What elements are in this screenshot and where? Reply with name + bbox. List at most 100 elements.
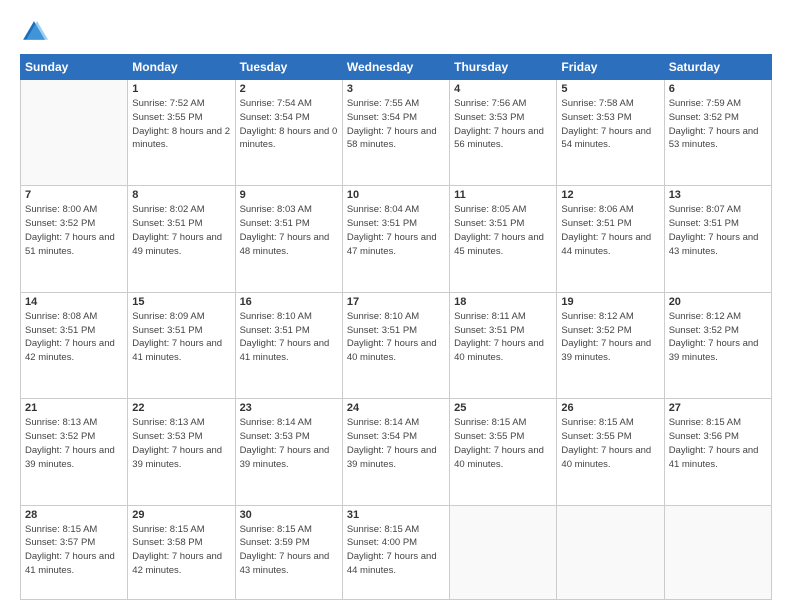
day-number: 1 [132,83,230,95]
day-info: Sunrise: 8:12 AM Sunset: 3:52 PM Dayligh… [669,310,767,365]
day-info: Sunrise: 8:15 AM Sunset: 3:59 PM Dayligh… [240,523,338,578]
day-info: Sunrise: 8:13 AM Sunset: 3:52 PM Dayligh… [25,416,123,471]
sunset-text: Sunset: 3:54 PM [240,112,310,123]
sunrise-text: Sunrise: 8:06 AM [561,204,633,215]
logo [20,18,52,46]
day-info: Sunrise: 8:05 AM Sunset: 3:51 PM Dayligh… [454,203,552,258]
week-row-0: 1 Sunrise: 7:52 AM Sunset: 3:55 PM Dayli… [21,80,772,186]
sunrise-text: Sunrise: 8:13 AM [25,417,97,428]
sunset-text: Sunset: 3:59 PM [240,537,310,548]
daylight-text: Daylight: 7 hours and 47 minutes. [347,232,437,257]
daylight-text: Daylight: 7 hours and 39 minutes. [240,445,330,470]
calendar-cell: 22 Sunrise: 8:13 AM Sunset: 3:53 PM Dayl… [128,399,235,505]
day-number: 25 [454,402,552,414]
day-info: Sunrise: 8:15 AM Sunset: 3:57 PM Dayligh… [25,523,123,578]
sunset-text: Sunset: 3:52 PM [561,325,631,336]
day-info: Sunrise: 8:08 AM Sunset: 3:51 PM Dayligh… [25,310,123,365]
day-number: 17 [347,296,445,308]
daylight-text: Daylight: 7 hours and 45 minutes. [454,232,544,257]
daylight-text: Daylight: 7 hours and 41 minutes. [669,445,759,470]
day-info: Sunrise: 8:09 AM Sunset: 3:51 PM Dayligh… [132,310,230,365]
day-number: 9 [240,189,338,201]
sunset-text: Sunset: 3:51 PM [25,325,95,336]
calendar-cell: 29 Sunrise: 8:15 AM Sunset: 3:58 PM Dayl… [128,505,235,599]
day-number: 21 [25,402,123,414]
calendar-cell: 31 Sunrise: 8:15 AM Sunset: 4:00 PM Dayl… [342,505,449,599]
day-number: 19 [561,296,659,308]
sunrise-text: Sunrise: 8:04 AM [347,204,419,215]
calendar-cell: 8 Sunrise: 8:02 AM Sunset: 3:51 PM Dayli… [128,186,235,292]
sunrise-text: Sunrise: 8:15 AM [561,417,633,428]
sunset-text: Sunset: 3:55 PM [561,431,631,442]
daylight-text: Daylight: 7 hours and 43 minutes. [240,551,330,576]
day-number: 15 [132,296,230,308]
day-info: Sunrise: 8:06 AM Sunset: 3:51 PM Dayligh… [561,203,659,258]
sunset-text: Sunset: 3:54 PM [347,112,417,123]
daylight-text: Daylight: 7 hours and 39 minutes. [561,338,651,363]
sunrise-text: Sunrise: 8:00 AM [25,204,97,215]
daylight-text: Daylight: 7 hours and 51 minutes. [25,232,115,257]
week-row-2: 14 Sunrise: 8:08 AM Sunset: 3:51 PM Dayl… [21,292,772,398]
calendar-cell: 13 Sunrise: 8:07 AM Sunset: 3:51 PM Dayl… [664,186,771,292]
day-info: Sunrise: 7:54 AM Sunset: 3:54 PM Dayligh… [240,97,338,152]
day-info: Sunrise: 8:07 AM Sunset: 3:51 PM Dayligh… [669,203,767,258]
day-number: 24 [347,402,445,414]
sunrise-text: Sunrise: 8:03 AM [240,204,312,215]
day-number: 7 [25,189,123,201]
day-number: 20 [669,296,767,308]
day-number: 18 [454,296,552,308]
calendar-cell: 25 Sunrise: 8:15 AM Sunset: 3:55 PM Dayl… [450,399,557,505]
calendar-cell: 5 Sunrise: 7:58 AM Sunset: 3:53 PM Dayli… [557,80,664,186]
sunrise-text: Sunrise: 8:15 AM [132,524,204,535]
calendar-cell: 9 Sunrise: 8:03 AM Sunset: 3:51 PM Dayli… [235,186,342,292]
day-info: Sunrise: 8:11 AM Sunset: 3:51 PM Dayligh… [454,310,552,365]
weekday-header-thursday: Thursday [450,55,557,80]
week-row-4: 28 Sunrise: 8:15 AM Sunset: 3:57 PM Dayl… [21,505,772,599]
calendar-cell: 12 Sunrise: 8:06 AM Sunset: 3:51 PM Dayl… [557,186,664,292]
sunset-text: Sunset: 3:52 PM [669,112,739,123]
day-number: 26 [561,402,659,414]
logo-icon [20,18,48,46]
sunset-text: Sunset: 3:55 PM [132,112,202,123]
daylight-text: Daylight: 7 hours and 56 minutes. [454,126,544,151]
day-number: 23 [240,402,338,414]
sunset-text: Sunset: 3:55 PM [454,431,524,442]
daylight-text: Daylight: 7 hours and 48 minutes. [240,232,330,257]
day-number: 22 [132,402,230,414]
calendar-cell: 11 Sunrise: 8:05 AM Sunset: 3:51 PM Dayl… [450,186,557,292]
day-number: 27 [669,402,767,414]
calendar-cell: 19 Sunrise: 8:12 AM Sunset: 3:52 PM Dayl… [557,292,664,398]
sunset-text: Sunset: 3:51 PM [561,218,631,229]
sunrise-text: Sunrise: 8:09 AM [132,311,204,322]
calendar-cell: 3 Sunrise: 7:55 AM Sunset: 3:54 PM Dayli… [342,80,449,186]
calendar-cell [664,505,771,599]
calendar-cell: 21 Sunrise: 8:13 AM Sunset: 3:52 PM Dayl… [21,399,128,505]
day-info: Sunrise: 7:58 AM Sunset: 3:53 PM Dayligh… [561,97,659,152]
day-info: Sunrise: 8:02 AM Sunset: 3:51 PM Dayligh… [132,203,230,258]
sunset-text: Sunset: 3:51 PM [669,218,739,229]
daylight-text: Daylight: 7 hours and 43 minutes. [669,232,759,257]
daylight-text: Daylight: 7 hours and 44 minutes. [561,232,651,257]
calendar-cell: 20 Sunrise: 8:12 AM Sunset: 3:52 PM Dayl… [664,292,771,398]
day-number: 4 [454,83,552,95]
calendar-table: SundayMondayTuesdayWednesdayThursdayFrid… [20,54,772,600]
daylight-text: Daylight: 7 hours and 49 minutes. [132,232,222,257]
daylight-text: Daylight: 7 hours and 40 minutes. [561,445,651,470]
day-number: 30 [240,509,338,521]
calendar-cell: 15 Sunrise: 8:09 AM Sunset: 3:51 PM Dayl… [128,292,235,398]
sunset-text: Sunset: 3:51 PM [240,325,310,336]
day-info: Sunrise: 8:15 AM Sunset: 3:55 PM Dayligh… [454,416,552,471]
sunset-text: Sunset: 3:51 PM [132,218,202,229]
sunrise-text: Sunrise: 8:14 AM [240,417,312,428]
daylight-text: Daylight: 7 hours and 39 minutes. [25,445,115,470]
day-number: 8 [132,189,230,201]
sunrise-text: Sunrise: 8:05 AM [454,204,526,215]
sunrise-text: Sunrise: 8:12 AM [669,311,741,322]
sunset-text: Sunset: 3:53 PM [132,431,202,442]
day-info: Sunrise: 8:14 AM Sunset: 3:54 PM Dayligh… [347,416,445,471]
calendar-cell: 1 Sunrise: 7:52 AM Sunset: 3:55 PM Dayli… [128,80,235,186]
day-number: 3 [347,83,445,95]
calendar-cell: 24 Sunrise: 8:14 AM Sunset: 3:54 PM Dayl… [342,399,449,505]
weekday-header-row: SundayMondayTuesdayWednesdayThursdayFrid… [21,55,772,80]
day-number: 5 [561,83,659,95]
